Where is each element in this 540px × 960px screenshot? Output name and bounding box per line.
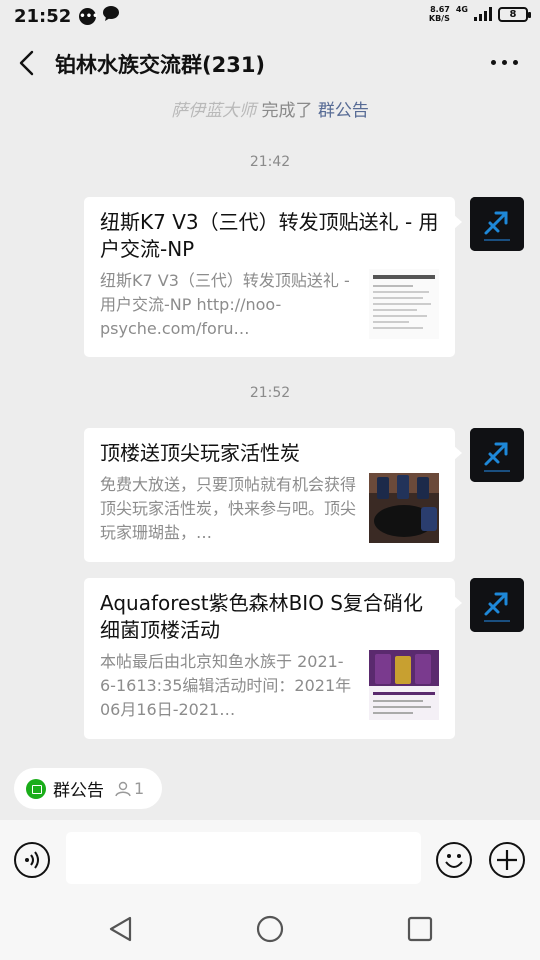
plus-icon <box>497 850 517 870</box>
voice-icon <box>25 851 39 869</box>
chevron-left-icon <box>19 50 34 76</box>
notice-read-count: 1 <box>114 779 144 798</box>
sender-avatar[interactable] <box>470 578 524 632</box>
card-description: 本帖最后由北京知鱼水族于 2021-6-1613:35编辑活动时间：2021年0… <box>100 652 352 719</box>
emoji-button[interactable] <box>436 842 472 878</box>
more-options-button[interactable] <box>491 60 518 65</box>
card-thumbnail <box>369 473 439 543</box>
chat-bubble-icon <box>102 5 120 27</box>
status-bar: 21:52 ••• 8.67 KB/S 4G 8 <box>0 0 540 32</box>
more-notification-icon: ••• <box>79 7 98 25</box>
group-notice-button[interactable]: 群公告 1 <box>14 768 162 809</box>
timestamp: 21:52 <box>249 385 291 401</box>
status-right: 8.67 KB/S 4G 8 <box>428 5 531 23</box>
group-notice-label: 群公告 <box>53 781 104 801</box>
sender-avatar[interactable] <box>470 197 524 251</box>
sagittarius-logo-icon <box>470 197 524 251</box>
chat-header: 铂林水族交流群(231) <box>0 32 540 94</box>
notice-link[interactable]: 群公告 <box>318 101 369 121</box>
notice-user[interactable]: 萨伊蓝大师 <box>171 101 256 121</box>
card-title: Aquaforest紫色森林BIO S复合硝化细菌顶楼活动 <box>100 591 423 642</box>
card-description: 免费大放送，只要顶帖就有机会获得顶尖玩家活性炭，快来参与吧。顶尖玩家珊瑚盐，… <box>100 475 357 542</box>
announcement-icon <box>26 778 46 799</box>
card-thumbnail <box>369 269 439 339</box>
notice-action: 完成了 <box>261 101 313 121</box>
voice-button[interactable] <box>14 842 50 878</box>
card-title: 顶楼送顶尖玩家活性炭 <box>100 441 300 465</box>
status-time: 21:52 <box>14 5 72 27</box>
input-bar <box>0 820 540 900</box>
network-type: 4G <box>455 5 468 14</box>
notification-icons: ••• <box>79 5 120 27</box>
signal-icon <box>474 7 492 21</box>
chat-title: 铂林水族交流群(231) <box>55 53 266 77</box>
back-button[interactable] <box>14 48 42 78</box>
link-card[interactable]: 顶楼送顶尖玩家活性炭 免费大放送，只要顶帖就有机会获得顶尖玩家活性炭，快来参与吧… <box>84 428 462 562</box>
nav-recents-icon[interactable] <box>405 914 435 944</box>
emoji-icon <box>445 854 463 868</box>
timestamp: 21:42 <box>249 154 291 170</box>
card-title: 纽斯K7 V3（三代）转发顶贴送礼 - 用户交流-NP <box>100 210 439 261</box>
nav-home-icon[interactable] <box>255 914 285 944</box>
nav-back-icon[interactable] <box>106 914 136 944</box>
battery-icon: 8 <box>498 6 531 22</box>
more-functions-button[interactable] <box>489 842 525 878</box>
net-speed: 8.67 KB/S <box>428 5 450 23</box>
system-notice: 萨伊蓝大师 完成了 群公告 <box>0 96 540 121</box>
person-icon <box>115 781 131 796</box>
message-input[interactable] <box>66 832 421 884</box>
card-description: 纽斯K7 V3（三代）转发顶贴送礼 - 用户交流-NP http://noo-p… <box>100 271 350 338</box>
sagittarius-logo-icon <box>470 578 524 632</box>
sender-avatar[interactable] <box>470 428 524 482</box>
sagittarius-logo-icon <box>470 428 524 482</box>
navigation-bar <box>0 900 540 960</box>
link-card[interactable]: 纽斯K7 V3（三代）转发顶贴送礼 - 用户交流-NP 纽斯K7 V3（三代）转… <box>84 197 462 357</box>
link-card[interactable]: Aquaforest紫色森林BIO S复合硝化细菌顶楼活动 本帖最后由北京知鱼水… <box>84 578 462 739</box>
card-thumbnail <box>369 650 439 720</box>
